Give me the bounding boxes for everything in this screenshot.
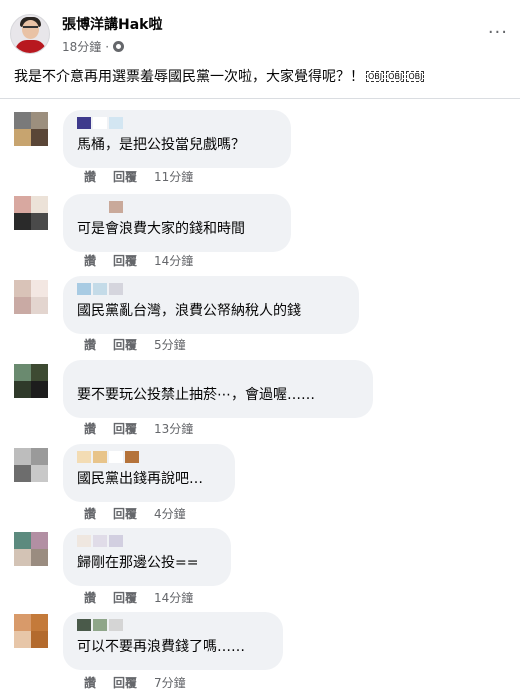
comment-text: 歸剛在那邊公投== [77,555,199,571]
like-button[interactable]: 讚 [84,674,96,691]
commenter-name-blurred[interactable] [77,201,123,213]
comment-actions: 讚回覆 4分鐘 [84,505,186,522]
like-button[interactable]: 讚 [84,589,96,606]
comment-actions: 讚回覆 5分鐘 [84,336,186,353]
post-time[interactable]: 18分鐘 [62,38,101,55]
comment-bubble: 國民黨出錢再說吧… [63,444,235,502]
like-button[interactable]: 讚 [84,505,96,522]
commenter-avatar[interactable] [14,614,48,648]
post-body: 我是不介意再用選票羞辱國民黨一次啦，大家覺得呢？！ [14,69,364,85]
reply-button[interactable]: 回覆 [113,674,137,691]
commenter-name-blurred[interactable] [77,117,123,129]
commenter-name-blurred[interactable] [77,619,123,631]
comment-bubble: 國民黨亂台灣，浪費公帑納稅人的錢 [63,276,359,334]
like-button[interactable]: 讚 [84,420,96,437]
post-header: 張博洋講Hak啦 18分鐘 · ··· [0,0,520,64]
comment-actions: 讚回覆 14分鐘 [84,589,193,606]
like-button[interactable]: 讚 [84,168,96,185]
comment-bubble: 歸剛在那邊公投== [63,528,231,586]
commenter-avatar[interactable] [14,196,48,230]
like-button[interactable]: 讚 [84,252,96,269]
comment-time[interactable]: 4分鐘 [154,505,186,522]
obj-mark: OBJ [386,71,405,82]
comment-bubble: 要不要玩公投禁止抽菸⋯，會過喔…… [63,360,373,418]
comment-time[interactable]: 11分鐘 [154,168,193,185]
comment-time[interactable]: 13分鐘 [154,420,193,437]
comment-actions: 讚回覆 14分鐘 [84,252,193,269]
comment-text: 馬桶，是把公投當兒戲嗎？ [77,137,245,153]
reply-button[interactable]: 回覆 [113,336,137,353]
post-text: 我是不介意再用選票羞辱國民黨一次啦，大家覺得呢？！ OBJ OBJ OBJ [14,66,425,86]
globe-icon [113,41,125,52]
author-avatar[interactable] [10,14,50,54]
comment-text: 可以不要再浪費錢了嗎…… [77,639,245,655]
comment-time[interactable]: 5分鐘 [154,336,186,353]
commenter-avatar[interactable] [14,532,48,566]
comment-actions: 讚回覆 7分鐘 [84,674,186,691]
commenter-avatar[interactable] [14,448,48,482]
commenter-name-blurred[interactable] [77,283,123,295]
commenter-name-blurred[interactable] [77,451,139,463]
commenter-avatar[interactable] [14,112,48,146]
comment-time[interactable]: 14分鐘 [154,252,193,269]
comment-time[interactable]: 14分鐘 [154,589,193,606]
comment-bubble: 可以不要再浪費錢了嗎…… [63,612,283,670]
more-options-icon[interactable]: ··· [488,22,508,43]
reply-button[interactable]: 回覆 [113,168,137,185]
dot-separator: · [105,39,110,54]
commenter-avatar[interactable] [14,280,48,314]
author-name[interactable]: 張博洋講Hak啦 [62,14,162,34]
commenter-avatar[interactable] [14,364,48,398]
reply-button[interactable]: 回覆 [113,420,137,437]
comment-text: 要不要玩公投禁止抽菸⋯，會過喔…… [77,387,315,403]
reply-button[interactable]: 回覆 [113,505,137,522]
comment-actions: 讚回覆 11分鐘 [84,168,193,185]
obj-mark: OBJ [406,71,425,82]
like-button[interactable]: 讚 [84,336,96,353]
comment-bubble: 馬桶，是把公投當兒戲嗎？ [63,110,291,168]
commenter-name-blurred[interactable] [77,535,123,547]
reply-button[interactable]: 回覆 [113,252,137,269]
comment-actions: 讚回覆 13分鐘 [84,420,193,437]
commenter-name-blurred[interactable] [77,367,123,379]
comment-text: 國民黨出錢再說吧… [77,471,203,487]
comment-bubble: 可是會浪費大家的錢和時間 [63,194,291,252]
obj-mark: OBJ [366,71,385,82]
comment-time[interactable]: 7分鐘 [154,674,186,691]
post-meta: 18分鐘 · [62,38,125,55]
comment-text: 可是會浪費大家的錢和時間 [77,221,245,237]
comment-text: 國民黨亂台灣，浪費公帑納稅人的錢 [77,303,301,319]
divider [0,98,520,99]
reply-button[interactable]: 回覆 [113,589,137,606]
